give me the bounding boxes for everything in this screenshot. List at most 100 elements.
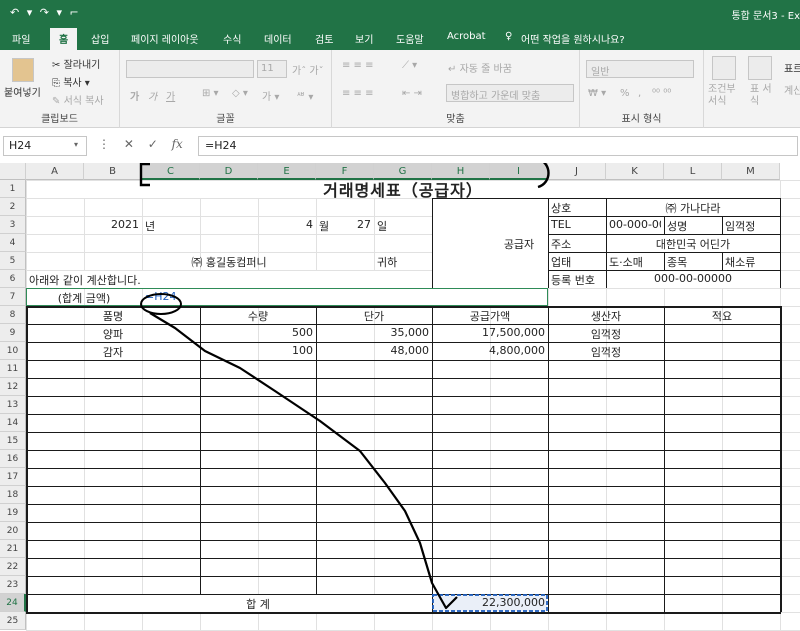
row-header-20[interactable]: 20 bbox=[0, 522, 26, 540]
tel-label[interactable]: TEL bbox=[551, 218, 603, 231]
tab-acrobat[interactable]: Acrobat bbox=[447, 31, 486, 42]
conditional-format-button[interactable]: 조건부 서식 bbox=[708, 84, 746, 108]
insert-function-icon[interactable]: fx bbox=[172, 137, 183, 151]
tab-formulas[interactable]: 수식 bbox=[223, 31, 241, 46]
merge-center-button[interactable]: 병합하고 가운데 맞춤 bbox=[446, 84, 574, 102]
row-header-25[interactable]: 25 bbox=[0, 612, 26, 630]
row-header-7[interactable]: 7 bbox=[0, 288, 26, 306]
address-value[interactable]: 대한민국 어딘가 bbox=[609, 236, 777, 252]
copy-button[interactable]: ⎘ 복사 ▾ bbox=[52, 74, 90, 89]
italic-button[interactable]: 가 bbox=[148, 88, 157, 103]
tab-view[interactable]: 보기 bbox=[355, 31, 373, 46]
number-format-select[interactable]: 일반 bbox=[586, 60, 694, 78]
align-top-icon[interactable]: ≡ ≡ ≡ bbox=[342, 60, 374, 71]
table-header[interactable]: 단가 bbox=[319, 308, 429, 324]
item-name[interactable]: 감자 bbox=[29, 344, 197, 360]
row-header-8[interactable]: 8 bbox=[0, 306, 26, 324]
day-unit[interactable]: 일 bbox=[377, 218, 429, 234]
customer-name[interactable]: ㈜ 홍길동컴퍼니 bbox=[87, 254, 371, 270]
tab-data[interactable]: 데이터 bbox=[264, 31, 292, 46]
font-size-select[interactable]: 11 bbox=[257, 60, 287, 78]
row-header-17[interactable]: 17 bbox=[0, 468, 26, 486]
row-header-9[interactable]: 9 bbox=[0, 324, 26, 342]
row-header-22[interactable]: 22 bbox=[0, 558, 26, 576]
honorific[interactable]: 귀하 bbox=[377, 254, 429, 270]
business-value[interactable]: 도·소매 bbox=[609, 254, 661, 270]
supplier-label[interactable]: 공급자 bbox=[493, 236, 545, 252]
enter-icon[interactable]: ✓ bbox=[148, 137, 158, 151]
row-header-11[interactable]: 11 bbox=[0, 360, 26, 378]
comma-icon[interactable]: , bbox=[638, 88, 641, 99]
year-unit[interactable]: 년 bbox=[145, 218, 197, 234]
quick-access-toolbar[interactable]: ↶ ▾ ↷ ▾ ⌐ bbox=[10, 6, 81, 19]
row-header-24[interactable]: 24 bbox=[0, 594, 26, 612]
supplier-name-label[interactable]: 상호 bbox=[551, 200, 603, 216]
tab-file[interactable]: 파일 bbox=[12, 31, 30, 46]
table-header[interactable]: 품명 bbox=[29, 308, 197, 324]
row-header-21[interactable]: 21 bbox=[0, 540, 26, 558]
total-formula[interactable]: =H24 bbox=[145, 290, 197, 303]
tab-insert[interactable]: 삽입 bbox=[91, 31, 109, 46]
row-header-5[interactable]: 5 bbox=[0, 252, 26, 270]
row-header-6[interactable]: 6 bbox=[0, 270, 26, 288]
currency-icon[interactable]: ₩ ▾ bbox=[588, 88, 606, 99]
row-header-1[interactable]: 1 bbox=[0, 180, 26, 198]
row-header-13[interactable]: 13 bbox=[0, 396, 26, 414]
percent-button[interactable]: % bbox=[620, 88, 630, 99]
format-painter-button[interactable]: ✎ 서식 복사 bbox=[52, 92, 104, 107]
regno-value[interactable]: 000-00-00000 bbox=[609, 272, 777, 285]
tab-page-layout[interactable]: 페이지 레이아웃 bbox=[131, 31, 199, 46]
item-producer[interactable]: 임꺽정 bbox=[551, 344, 661, 360]
notice-text[interactable]: 아래와 같이 계산합니다. bbox=[29, 272, 429, 288]
total-label[interactable]: (합계 금액) bbox=[29, 290, 139, 306]
row-header-15[interactable]: 15 bbox=[0, 432, 26, 450]
row-header-3[interactable]: 3 bbox=[0, 216, 26, 234]
tab-review[interactable]: 검토 bbox=[315, 31, 333, 46]
row-header-16[interactable]: 16 bbox=[0, 450, 26, 468]
cell-style-normal[interactable]: 표르 bbox=[784, 60, 800, 75]
table-format-button[interactable]: 표 서식 bbox=[750, 84, 780, 108]
row-header-19[interactable]: 19 bbox=[0, 504, 26, 522]
align-left-icon[interactable]: ≡ ≡ ≡ bbox=[342, 88, 374, 99]
item-price[interactable]: 48,000 bbox=[319, 344, 430, 357]
business-label[interactable]: 업태 bbox=[551, 254, 603, 270]
font-color-icon[interactable]: 가 ▾ bbox=[262, 88, 279, 103]
font-name-select[interactable] bbox=[126, 60, 254, 78]
tab-home[interactable]: 홈 bbox=[50, 28, 78, 50]
tel-value[interactable]: 00-000-00 bbox=[609, 218, 661, 231]
indent-icon[interactable]: ⇤ ⇥ bbox=[402, 88, 422, 99]
cell-style-calc[interactable]: 계산 bbox=[784, 82, 800, 97]
table-header[interactable]: 공급가액 bbox=[435, 308, 545, 324]
grow-font-icon[interactable]: 가ˆ 가ˇ bbox=[292, 62, 324, 77]
row-header-10[interactable]: 10 bbox=[0, 342, 26, 360]
category-value[interactable]: 채소류 bbox=[725, 254, 777, 270]
tab-help[interactable]: 도움말 bbox=[396, 31, 424, 46]
table-header[interactable]: 적요 bbox=[667, 308, 777, 324]
formula-input[interactable]: =H24 bbox=[198, 136, 798, 156]
fill-color-icon[interactable]: ◇ ▾ bbox=[232, 88, 248, 99]
day-value[interactable]: 27 bbox=[319, 218, 371, 231]
table-header[interactable]: 수량 bbox=[203, 308, 313, 324]
address-label[interactable]: 주소 bbox=[551, 236, 603, 252]
supplier-name-value[interactable]: ㈜ 가나다라 bbox=[609, 200, 777, 216]
person-value[interactable]: 임꺽정 bbox=[725, 218, 777, 234]
item-producer[interactable]: 임꺽정 bbox=[551, 326, 661, 342]
row-header-14[interactable]: 14 bbox=[0, 414, 26, 432]
orientation-icon[interactable]: ⟋ ▾ bbox=[402, 60, 417, 71]
border-icon[interactable]: ⊞ ▾ bbox=[202, 88, 219, 99]
row-header-12[interactable]: 12 bbox=[0, 378, 26, 396]
row-header-23[interactable]: 23 bbox=[0, 576, 26, 594]
sheet-title[interactable]: 거래명세표（공급자） bbox=[29, 177, 777, 201]
underline-button[interactable]: 가 bbox=[166, 88, 175, 103]
select-all-corner[interactable] bbox=[0, 163, 26, 180]
sum-label[interactable]: 합 계 bbox=[87, 596, 429, 612]
year-value[interactable]: 2021 bbox=[87, 218, 139, 231]
row-header-4[interactable]: 4 bbox=[0, 234, 26, 252]
regno-label[interactable]: 등록 번호 bbox=[551, 272, 603, 288]
item-name[interactable]: 양파 bbox=[29, 326, 197, 342]
month-value[interactable]: 4 bbox=[203, 218, 313, 231]
item-qty[interactable]: 500 bbox=[203, 326, 313, 339]
table-header[interactable]: 생산자 bbox=[551, 308, 661, 324]
cut-button[interactable]: ✂ 잘라내기 bbox=[52, 56, 100, 71]
worksheet-grid[interactable]: A B C D E F G H I J K L M 1 2 3 4 5 6 7 8 9 10 11 12 13 14 15 16 17 18… bbox=[0, 163, 800, 631]
